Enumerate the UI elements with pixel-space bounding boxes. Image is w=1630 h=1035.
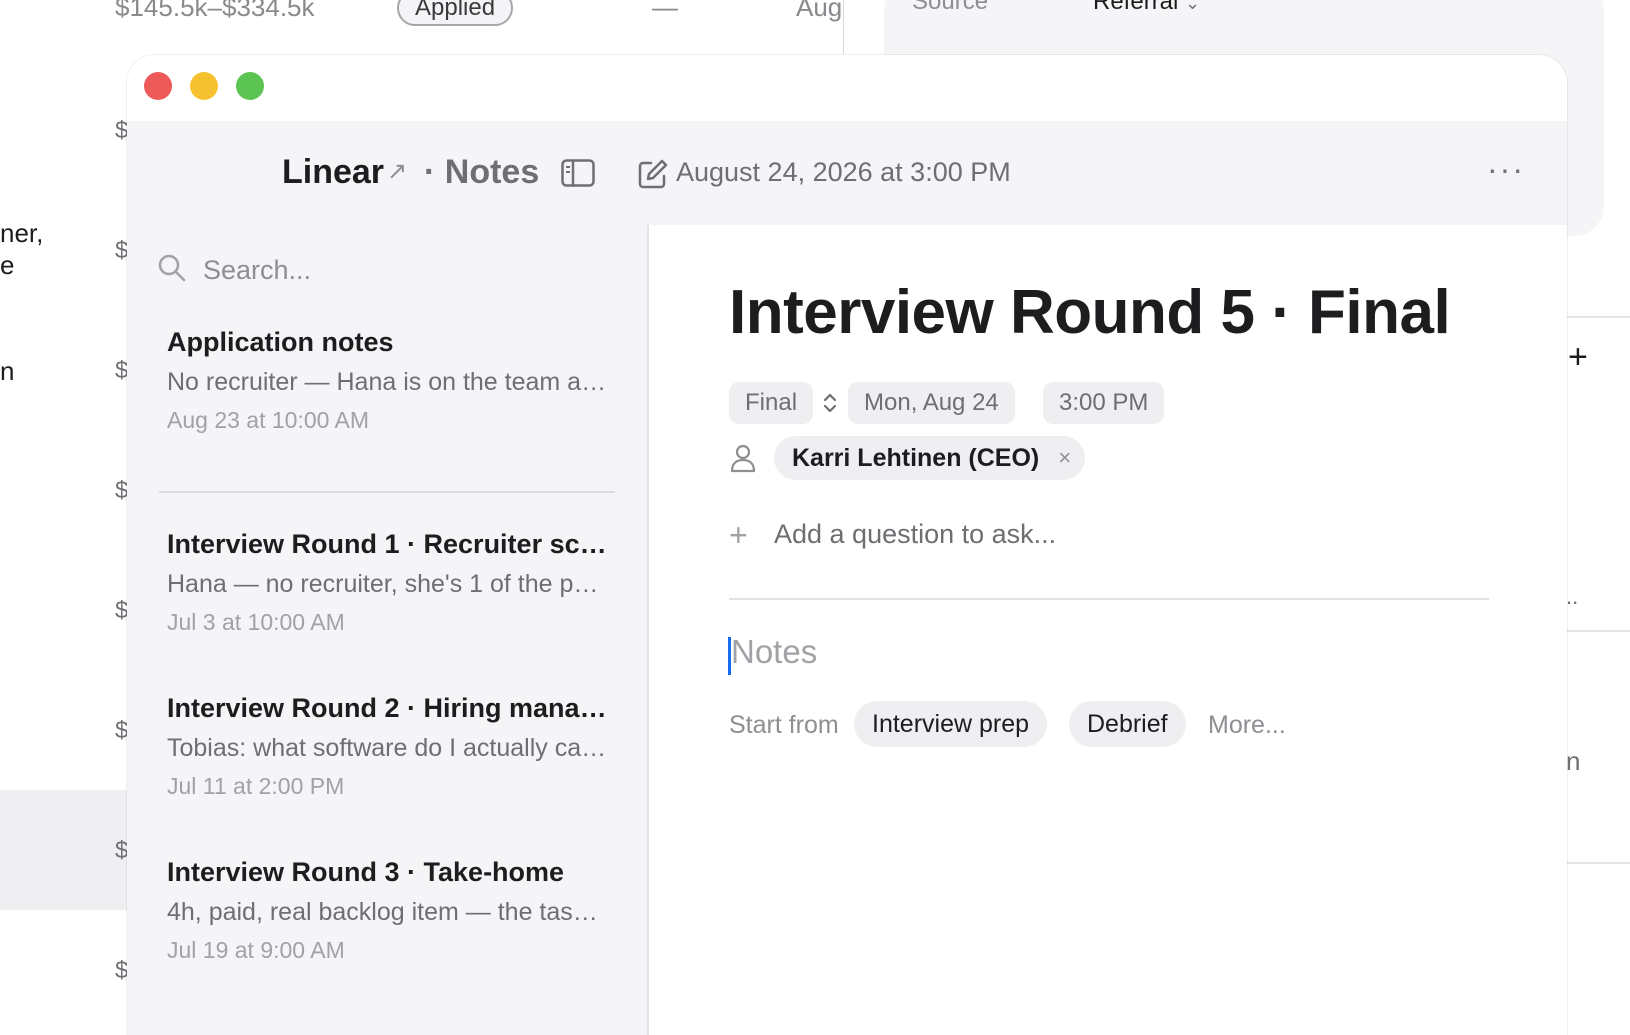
chevron-updown-icon: ⌄ [1185, 0, 1201, 13]
note-editor: Interview Round 5 · Final Final Mon, Aug… [649, 225, 1567, 1035]
bg-plus-icon: + [1568, 338, 1588, 376]
note-date: Jul 19 at 9:00 AM [167, 937, 345, 963]
section-title: · Notes [424, 153, 540, 191]
start-from-label: Start from [729, 711, 839, 739]
date-chip[interactable]: Mon, Aug 24 [848, 382, 1015, 424]
sidebar-toggle-icon[interactable] [561, 159, 595, 187]
note-date: Aug 23 at 10:00 AM [167, 407, 370, 433]
note-title: Application notes [167, 327, 394, 357]
bg-ellipsis: .. [1566, 584, 1579, 609]
app-link[interactable]: Linear [282, 153, 384, 192]
bg-divider [843, 0, 844, 54]
bg-text-fragment: n [1566, 746, 1581, 776]
bg-status-badge: Applied [397, 0, 514, 26]
notes-sidebar: Application notes No recruiter — Hana is… [127, 225, 649, 1035]
participant-name: Karri Lehtinen (CEO) [792, 444, 1040, 472]
bg-dash: — [652, 0, 678, 22]
time-chip[interactable]: 3:00 PM [1043, 382, 1165, 424]
note-list-item[interactable]: Interview Round 3 · Take-home 4h, paid, … [167, 855, 607, 965]
search-bar [157, 249, 617, 291]
note-title: Interview Round 3 · Take-home [167, 857, 565, 887]
more-options-icon[interactable]: ··· [1487, 151, 1525, 188]
participant-chip[interactable]: Karri Lehtinen (CEO) × [774, 436, 1086, 480]
note-date: Jul 3 at 10:00 AM [167, 609, 345, 635]
notes-window: Linear ↗ · Notes August 24, 2026 at 3:00… [127, 55, 1567, 1035]
chevron-updown-icon[interactable] [821, 389, 839, 417]
note-date: Jul 11 at 2:00 PM [167, 773, 345, 799]
note-title: Interview Round 2 · Hiring manager [167, 693, 607, 723]
bg-row-divider [1566, 630, 1630, 632]
bg-salary-range: $145.5k–$334.5k [115, 0, 315, 22]
bg-source-value: Referral ⌄ [1093, 0, 1200, 16]
person-icon [730, 444, 756, 473]
note-preview: 4h, paid, real backlog item — the task w… [167, 898, 607, 926]
zoom-window-button[interactable] [236, 72, 264, 100]
add-question-row[interactable]: + Add a question to ask... [729, 515, 1429, 555]
plus-icon[interactable]: + [729, 517, 748, 553]
bg-text-fragment: ner, [0, 218, 44, 248]
external-link-icon[interactable]: ↗ [387, 157, 407, 186]
bg-selected-row [0, 790, 130, 910]
bg-text-fragment: n [0, 356, 15, 386]
list-divider [159, 491, 615, 493]
close-window-button[interactable] [144, 72, 172, 100]
search-input[interactable] [201, 249, 605, 291]
bg-text-fragment: e [0, 250, 15, 280]
bg-date: Aug [796, 0, 843, 22]
add-question-input[interactable]: Add a question to ask... [774, 519, 1056, 550]
notes-body-input[interactable]: Notes [731, 633, 817, 671]
toolbar: Linear ↗ · Notes August 24, 2026 at 3:00… [127, 121, 1567, 226]
interview-prep-template-button[interactable]: Interview prep [854, 701, 1048, 747]
note-title-heading[interactable]: Interview Round 5 · Final [729, 277, 1451, 348]
note-list-item[interactable]: Interview Round 1 · Recruiter screen Han… [167, 527, 607, 637]
remove-icon[interactable]: × [1058, 436, 1071, 480]
compose-icon[interactable] [637, 158, 669, 190]
note-preview: No recruiter — Hana is on the team and r… [167, 368, 607, 396]
note-list-item[interactable]: Interview Round 2 · Hiring manager Tobia… [167, 691, 607, 801]
note-preview: Tobias: what software do I actually care… [167, 734, 607, 762]
bg-row-divider [1566, 316, 1630, 318]
note-title: Interview Round 1 · Recruiter screen [167, 529, 607, 559]
debrief-template-button[interactable]: Debrief [1069, 701, 1186, 747]
minimize-window-button[interactable] [190, 72, 218, 100]
section-divider [729, 598, 1489, 600]
more-templates-link[interactable]: More... [1208, 711, 1286, 740]
title-bar[interactable] [127, 55, 1567, 121]
note-date: August 24, 2026 at 3:00 PM [676, 157, 1011, 187]
search-icon [158, 254, 186, 282]
note-list-item[interactable]: Application notes No recruiter — Hana is… [167, 325, 607, 435]
bg-source-label: Source [912, 0, 989, 15]
note-preview: Hana — no recruiter, she's 1 of the peop… [167, 570, 607, 598]
stage-select[interactable]: Final [729, 382, 814, 424]
bg-row-divider [1566, 862, 1630, 864]
